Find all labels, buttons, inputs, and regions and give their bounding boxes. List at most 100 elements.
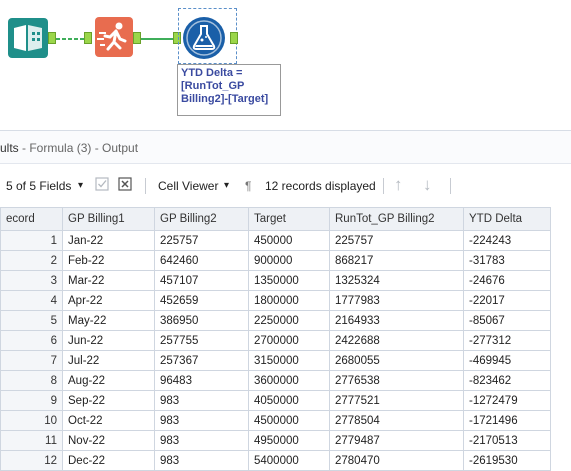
cell-target[interactable]: 3150000 (248, 350, 330, 371)
cell-ytd-delta[interactable]: -224243 (463, 230, 551, 251)
cell-runtot-gp-billing2[interactable]: 2778504 (329, 410, 464, 431)
cell-gp-billing2[interactable]: 225757 (154, 230, 249, 251)
input-anchor[interactable] (84, 32, 92, 44)
cell-ytd-delta[interactable]: -469945 (463, 350, 551, 371)
select-tool-icon[interactable] (95, 17, 133, 57)
cell-record[interactable]: 6 (0, 330, 63, 351)
cell-record[interactable]: 11 (0, 430, 63, 451)
cell-runtot-gp-billing2[interactable]: 2422688 (329, 330, 464, 351)
column-header-target[interactable]: Target (248, 207, 330, 231)
arrow-down-icon[interactable]: ↓ (423, 175, 432, 195)
table-row[interactable]: 10 Oct-22 983 4500000 2778504 -1721496 (0, 410, 551, 431)
cell-runtot-gp-billing2[interactable]: 2776538 (329, 370, 464, 391)
chevron-down-icon[interactable]: ▾ (224, 180, 229, 191)
cell-target[interactable]: 1800000 (248, 290, 330, 311)
cell-ytd-delta[interactable]: -2170513 (463, 430, 551, 451)
column-header-record[interactable]: ecord (0, 207, 63, 231)
cell-gp-billing1[interactable]: Oct-22 (62, 410, 155, 431)
table-row[interactable]: 6 Jun-22 257755 2700000 2422688 -277312 (0, 330, 551, 351)
cell-gp-billing2[interactable]: 96483 (154, 370, 249, 391)
cell-gp-billing1[interactable]: Sep-22 (62, 390, 155, 411)
cell-gp-billing1[interactable]: Apr-22 (62, 290, 155, 311)
cell-gp-billing2[interactable]: 257367 (154, 350, 249, 371)
table-row[interactable]: 3 Mar-22 457107 1350000 1325324 -24676 (0, 270, 551, 291)
workflow-canvas[interactable]: YTD Delta = [RunTot_GP Billing2]-[Target… (0, 0, 571, 130)
cell-target[interactable]: 4500000 (248, 410, 330, 431)
cell-record[interactable]: 2 (0, 250, 63, 271)
cell-ytd-delta[interactable]: -1272479 (463, 390, 551, 411)
cell-gp-billing2[interactable]: 983 (154, 390, 249, 411)
cell-ytd-delta[interactable]: -22017 (463, 290, 551, 311)
table-row[interactable]: 2 Feb-22 642460 900000 868217 -31783 (0, 250, 551, 271)
cell-record[interactable]: 10 (0, 410, 63, 431)
output-anchor[interactable] (133, 32, 141, 44)
cell-gp-billing1[interactable]: Jun-22 (62, 330, 155, 351)
output-anchor[interactable] (230, 32, 238, 44)
cell-gp-billing2[interactable]: 983 (154, 430, 249, 451)
cell-viewer-dropdown[interactable]: Cell Viewer (158, 179, 218, 193)
table-row[interactable]: 4 Apr-22 452659 1800000 1777983 -22017 (0, 290, 551, 311)
table-row[interactable]: 1 Jan-22 225757 450000 225757 -224243 (0, 230, 551, 251)
cell-ytd-delta[interactable]: -85067 (463, 310, 551, 331)
cell-gp-billing2[interactable]: 983 (154, 450, 249, 471)
cell-record[interactable]: 4 (0, 290, 63, 311)
cell-runtot-gp-billing2[interactable]: 2779487 (329, 430, 464, 451)
formula-tool-icon[interactable] (183, 17, 225, 59)
cell-gp-billing1[interactable]: Jul-22 (62, 350, 155, 371)
cell-record[interactable]: 9 (0, 390, 63, 411)
clear-icon[interactable] (118, 177, 132, 191)
column-header-gp-billing2[interactable]: GP Billing2 (154, 207, 249, 231)
cell-gp-billing2[interactable]: 642460 (154, 250, 249, 271)
cell-record[interactable]: 5 (0, 310, 63, 331)
cell-target[interactable]: 2250000 (248, 310, 330, 331)
cell-gp-billing2[interactable]: 457107 (154, 270, 249, 291)
cell-record[interactable]: 1 (0, 230, 63, 251)
cell-gp-billing2[interactable]: 386950 (154, 310, 249, 331)
cell-gp-billing1[interactable]: Feb-22 (62, 250, 155, 271)
cell-runtot-gp-billing2[interactable]: 868217 (329, 250, 464, 271)
cell-record[interactable]: 7 (0, 350, 63, 371)
results-grid[interactable]: ecord GP Billing1 GP Billing2 Target Run… (0, 207, 551, 471)
cell-runtot-gp-billing2[interactable]: 2680055 (329, 350, 464, 371)
cell-gp-billing1[interactable]: Jan-22 (62, 230, 155, 251)
cell-runtot-gp-billing2[interactable]: 1777983 (329, 290, 464, 311)
cell-target[interactable]: 4050000 (248, 390, 330, 411)
chevron-down-icon[interactable]: ▾ (78, 180, 83, 191)
cell-gp-billing2[interactable]: 452659 (154, 290, 249, 311)
cell-target[interactable]: 900000 (248, 250, 330, 271)
cell-gp-billing1[interactable]: May-22 (62, 310, 155, 331)
cell-ytd-delta[interactable]: -277312 (463, 330, 551, 351)
fields-selector[interactable]: 5 of 5 Fields (6, 179, 71, 193)
cell-ytd-delta[interactable]: -24676 (463, 270, 551, 291)
column-header-gp-billing1[interactable]: GP Billing1 (62, 207, 155, 231)
table-row[interactable]: 8 Aug-22 96483 3600000 2776538 -823462 (0, 370, 551, 391)
cell-ytd-delta[interactable]: -2619530 (463, 450, 551, 471)
cell-gp-billing1[interactable]: Nov-22 (62, 430, 155, 451)
output-anchor[interactable] (48, 32, 56, 44)
cell-gp-billing2[interactable]: 983 (154, 410, 249, 431)
cell-gp-billing2[interactable]: 257755 (154, 330, 249, 351)
table-row[interactable]: 9 Sep-22 983 4050000 2777521 -1272479 (0, 390, 551, 411)
column-header-runtot-gp-billing2[interactable]: RunTot_GP Billing2 (329, 207, 464, 231)
cell-target[interactable]: 4950000 (248, 430, 330, 451)
input-data-tool-icon[interactable] (8, 18, 48, 58)
cell-runtot-gp-billing2[interactable]: 2777521 (329, 390, 464, 411)
cell-gp-billing1[interactable]: Aug-22 (62, 370, 155, 391)
cell-record[interactable]: 12 (0, 450, 63, 471)
cell-target[interactable]: 1350000 (248, 270, 330, 291)
cell-record[interactable]: 8 (0, 370, 63, 391)
cell-target[interactable]: 3600000 (248, 370, 330, 391)
cell-ytd-delta[interactable]: -823462 (463, 370, 551, 391)
cell-runtot-gp-billing2[interactable]: 2780470 (329, 450, 464, 471)
table-row[interactable]: 12 Dec-22 983 5400000 2780470 -2619530 (0, 450, 551, 471)
cell-gp-billing1[interactable]: Mar-22 (62, 270, 155, 291)
cell-gp-billing1[interactable]: Dec-22 (62, 450, 155, 471)
cell-runtot-gp-billing2[interactable]: 225757 (329, 230, 464, 251)
cell-ytd-delta[interactable]: -31783 (463, 250, 551, 271)
cell-runtot-gp-billing2[interactable]: 1325324 (329, 270, 464, 291)
cell-target[interactable]: 450000 (248, 230, 330, 251)
cell-target[interactable]: 5400000 (248, 450, 330, 471)
cell-target[interactable]: 2700000 (248, 330, 330, 351)
table-row[interactable]: 5 May-22 386950 2250000 2164933 -85067 (0, 310, 551, 331)
table-row[interactable]: 7 Jul-22 257367 3150000 2680055 -469945 (0, 350, 551, 371)
